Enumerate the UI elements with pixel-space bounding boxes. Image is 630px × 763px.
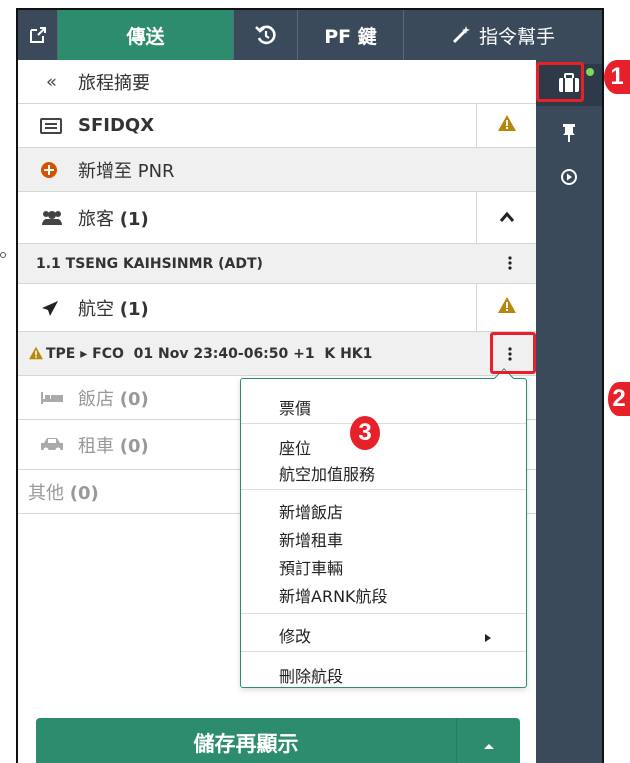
menu-item-seat[interactable]: 座位 bbox=[279, 435, 311, 459]
chevron-up-icon bbox=[499, 207, 515, 228]
car-count: (0) bbox=[119, 435, 149, 457]
menu-item-fare[interactable]: 票價 bbox=[279, 395, 311, 419]
travelers-collapse-button[interactable] bbox=[476, 192, 536, 243]
highlight-box-sidebar bbox=[536, 62, 584, 102]
segment-context-menu: 票價 座位 航空加值服務 新增飯店 新增租車 預訂車輛 新增ARNK航段 修改 … bbox=[240, 368, 527, 688]
add-to-pnr-label: 新增至 PNR bbox=[78, 160, 175, 182]
trip-summary-header[interactable]: « 旅程摘要 bbox=[18, 60, 536, 104]
save-and-redisplay-button[interactable]: 儲存再顯示 bbox=[36, 718, 520, 763]
menu-item-ancillary[interactable]: 航空加值服務 bbox=[279, 461, 375, 485]
plane-icon bbox=[40, 299, 60, 317]
annotation-badge-3: 3 bbox=[350, 416, 380, 450]
tab-send-label: 傳送 bbox=[126, 25, 165, 48]
air-warning[interactable] bbox=[476, 284, 536, 331]
traveler-kebab-icon[interactable] bbox=[508, 256, 512, 274]
record-locator: SFIDQX bbox=[78, 115, 155, 136]
caret-up-icon bbox=[483, 731, 495, 755]
double-chevron-left-icon: « bbox=[46, 71, 58, 92]
annotation-badge-2: 2 bbox=[608, 382, 630, 416]
menu-item-add-hotel[interactable]: 新增飯店 bbox=[279, 499, 343, 523]
traveler-row[interactable]: 1.1 TSENG KAIHSINMR (ADT) bbox=[18, 244, 536, 284]
menu-item-add-car[interactable]: 新增租車 bbox=[279, 527, 343, 551]
menu-divider bbox=[241, 613, 526, 614]
highlight-box-kebab bbox=[490, 332, 536, 374]
tab-popout[interactable] bbox=[18, 10, 58, 60]
other-count: (0) bbox=[69, 482, 99, 504]
menu-divider bbox=[241, 651, 526, 652]
chevron-right-icon bbox=[485, 627, 491, 646]
travelers-section-header[interactable]: 旅客 (1) bbox=[18, 192, 536, 244]
record-warning[interactable] bbox=[476, 104, 536, 147]
menu-divider bbox=[241, 423, 526, 424]
menu-item-delete-segment[interactable]: 刪除航段 bbox=[279, 663, 343, 687]
trip-summary-title: 旅程摘要 bbox=[78, 72, 150, 94]
segment-warning-icon bbox=[28, 346, 44, 364]
menu-item-modify[interactable]: 修改 bbox=[279, 623, 311, 647]
tab-command-assistant[interactable]: 指令幫手 bbox=[404, 10, 602, 60]
travelers-label: 旅客 bbox=[78, 208, 114, 230]
magic-wand-icon bbox=[451, 25, 471, 45]
stray-mark bbox=[0, 252, 6, 258]
add-to-pnr-row[interactable]: 新增至 PNR bbox=[18, 148, 536, 192]
sidebar-view-button[interactable] bbox=[536, 158, 602, 200]
hotel-label: 飯店 bbox=[78, 388, 114, 410]
flight-segment-row[interactable]: TPE ▸ FCO 01 Nov 23:40-06:50 +1 K HK1 bbox=[18, 332, 536, 376]
air-count: (1) bbox=[119, 298, 149, 320]
tab-pf-keys-label: PF 鍵 bbox=[324, 25, 377, 48]
tab-history[interactable] bbox=[234, 10, 298, 60]
menu-item-add-arnk[interactable]: 新增ARNK航段 bbox=[279, 583, 388, 607]
car-icon bbox=[40, 437, 64, 453]
flight-segment-text: TPE ▸ FCO 01 Nov 23:40-06:50 +1 K HK1 bbox=[46, 345, 373, 362]
top-toolbar: 傳送 PF 鍵 指令幫手 bbox=[18, 10, 602, 60]
eye-icon bbox=[560, 168, 578, 190]
bed-icon bbox=[40, 391, 64, 405]
other-label: 其他 bbox=[28, 482, 64, 504]
air-section-header[interactable]: 航空 (1) bbox=[18, 284, 536, 332]
right-sidebar bbox=[536, 60, 602, 763]
tab-pf-keys[interactable]: PF 鍵 bbox=[298, 10, 404, 60]
tab-send[interactable]: 傳送 bbox=[58, 10, 234, 60]
ticket-icon bbox=[40, 117, 62, 134]
menu-item-book-vehicle[interactable]: 預訂車輛 bbox=[279, 555, 343, 579]
popout-icon bbox=[29, 26, 47, 44]
hotel-count: (0) bbox=[119, 388, 149, 410]
warning-icon bbox=[497, 296, 517, 319]
travelers-count: (1) bbox=[119, 208, 149, 230]
menu-divider bbox=[241, 489, 526, 490]
history-icon bbox=[254, 24, 277, 46]
save-options-toggle[interactable] bbox=[456, 718, 520, 763]
car-label: 租車 bbox=[78, 435, 114, 457]
warning-icon bbox=[497, 114, 517, 137]
notification-dot bbox=[586, 68, 594, 76]
record-locator-row: SFIDQX bbox=[18, 104, 536, 148]
tab-command-assistant-label: 指令幫手 bbox=[478, 25, 555, 48]
traveler-name: 1.1 TSENG KAIHSINMR (ADT) bbox=[36, 255, 263, 272]
air-label: 航空 bbox=[78, 298, 114, 320]
plus-circle-icon bbox=[40, 161, 58, 179]
users-icon bbox=[40, 209, 64, 227]
app-frame: 傳送 PF 鍵 指令幫手 « 旅程摘要 SFIDQX 新增至 PNR 旅客 (1… bbox=[16, 8, 604, 763]
save-and-redisplay-label: 儲存再顯示 bbox=[193, 732, 299, 756]
annotation-badge-1: 1 bbox=[604, 60, 630, 94]
sidebar-pin-button[interactable] bbox=[536, 114, 602, 156]
pin-icon bbox=[562, 124, 576, 146]
